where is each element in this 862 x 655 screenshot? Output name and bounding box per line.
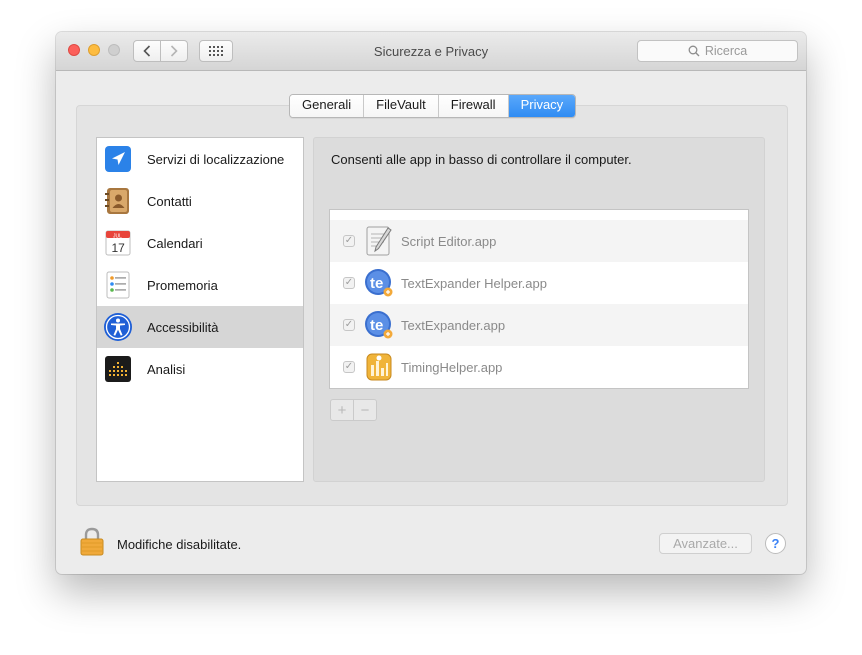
sidebar-item-accessibility[interactable]: Accessibilità [97, 306, 303, 348]
app-checkbox[interactable]: ✓ [343, 235, 355, 247]
app-checkbox[interactable]: ✓ [343, 319, 355, 331]
reminders-icon [104, 271, 132, 299]
calendar-month: JUL [113, 233, 122, 239]
app-name: TextExpander Helper.app [401, 275, 547, 291]
search-icon [688, 45, 700, 57]
sidebar-item-contacts[interactable]: Contatti [97, 180, 303, 222]
sidebar-item-label: Accessibilità [147, 319, 219, 335]
analytics-icon [104, 355, 132, 383]
advanced-button[interactable]: Avanzate... [659, 533, 752, 554]
accessibility-icon [104, 313, 132, 341]
svg-text:te: te [370, 275, 383, 292]
tab-filevault[interactable]: FileVault [364, 95, 439, 117]
app-name: Script Editor.app [401, 233, 497, 249]
remove-app-button[interactable]: − [354, 400, 376, 420]
tab-firewall[interactable]: Firewall [438, 95, 509, 117]
list-item: ✓ TimingHelper.app [330, 346, 748, 388]
location-arrow-icon [104, 145, 132, 173]
list-item: ✓ te TextExpander.app [330, 304, 748, 346]
sidebar-item-label: Contatti [147, 193, 192, 209]
title-bar: Sicurezza e Privacy Ricerca [56, 32, 806, 71]
textexpander-icon: te [364, 267, 394, 299]
list-item: ✓ Script Editor.app [330, 220, 748, 262]
lock-icon[interactable] [80, 527, 104, 556]
contacts-book-icon [104, 187, 132, 215]
search-placeholder: Ricerca [704, 44, 748, 58]
tab-privacy[interactable]: Privacy [508, 95, 576, 117]
preferences-window: Sicurezza e Privacy Ricerca Generali Fil… [56, 32, 806, 574]
add-app-button[interactable]: + [331, 400, 354, 420]
search-field[interactable]: Ricerca [637, 40, 798, 62]
app-list: ✓ Script Editor.app ✓ te TextExpander He… [329, 209, 749, 389]
script-editor-icon [364, 225, 394, 257]
privacy-category-list: Servizi di localizzazione Contatti JUL 1… [96, 137, 304, 482]
app-name: TextExpander.app [401, 317, 506, 333]
app-checkbox[interactable]: ✓ [343, 277, 355, 289]
sidebar-item-location[interactable]: Servizi di localizzazione [97, 138, 303, 180]
panel-description: Consenti alle app in basso di controllar… [331, 152, 632, 167]
tab-generali[interactable]: Generali [290, 95, 365, 117]
accessibility-panel: Consenti alle app in basso di controllar… [313, 137, 765, 482]
textexpander-icon: te [364, 309, 394, 341]
sidebar-item-reminders[interactable]: Promemoria [97, 264, 303, 306]
sidebar-item-analytics[interactable]: Analisi [97, 348, 303, 390]
app-name: TimingHelper.app [401, 359, 503, 375]
add-remove-control: + − [330, 399, 377, 421]
help-button[interactable]: ? [765, 533, 786, 554]
list-item: ✓ te TextExpander Helper.app [330, 262, 748, 304]
calendar-day: 17 [112, 241, 126, 255]
sidebar-item-label: Servizi di localizzazione [147, 151, 285, 167]
sidebar-item-label: Promemoria [147, 277, 218, 293]
sidebar-item-label: Calendari [147, 235, 203, 251]
sidebar-item-label: Analisi [147, 361, 186, 377]
svg-text:te: te [370, 317, 383, 334]
calendar-icon: JUL 17 [104, 229, 132, 257]
sidebar-item-calendars[interactable]: JUL 17 Calendari [97, 222, 303, 264]
app-checkbox[interactable]: ✓ [343, 361, 355, 373]
lock-status-label: Modifiche disabilitate. [117, 537, 242, 552]
tab-bar: Generali FileVault Firewall Privacy [289, 94, 577, 118]
timing-helper-icon [364, 351, 394, 383]
